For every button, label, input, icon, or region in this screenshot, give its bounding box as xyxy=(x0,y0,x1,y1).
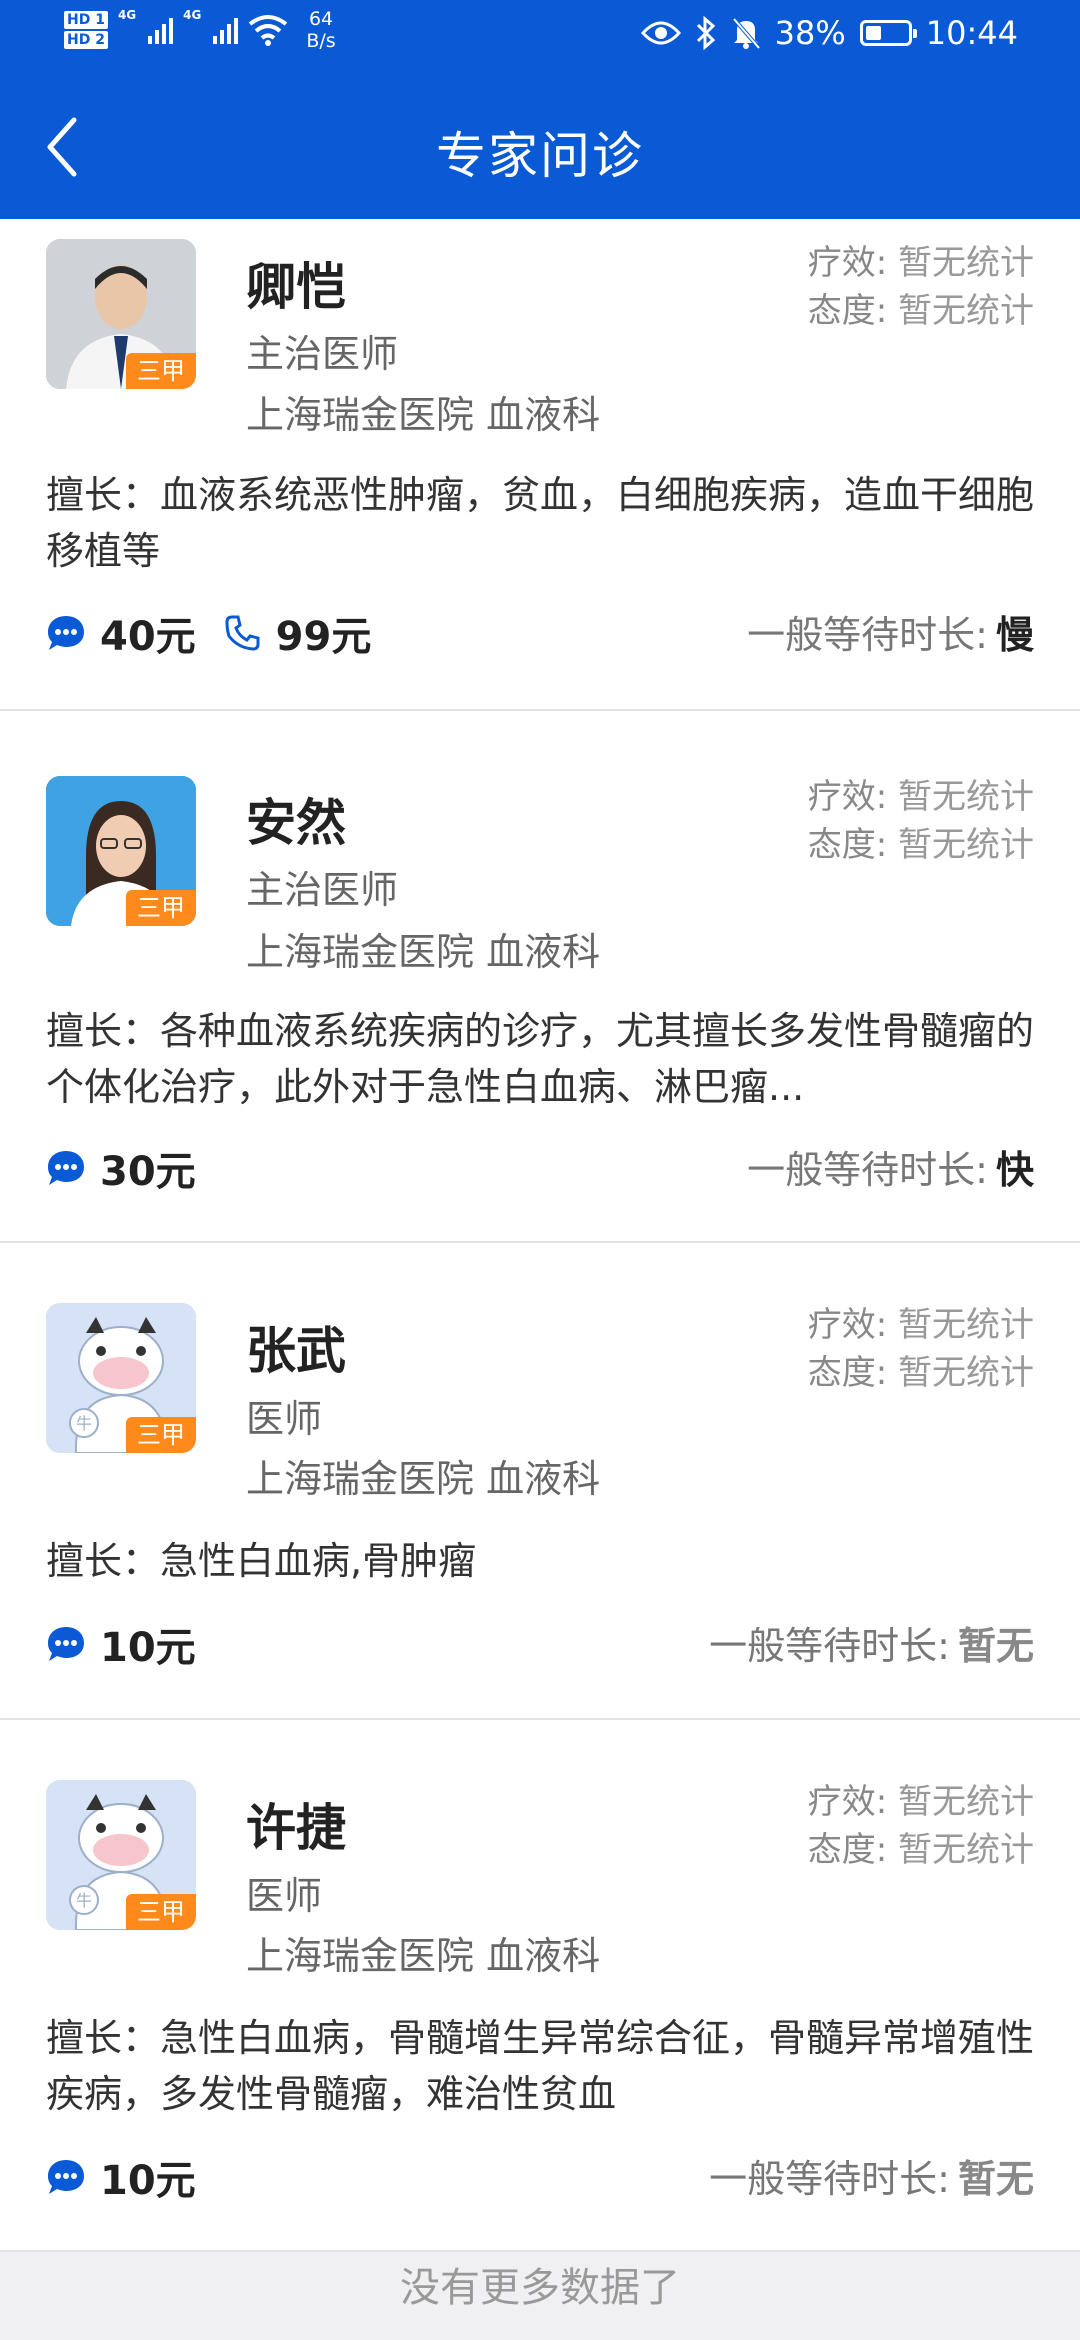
wait-label: 一般等待时长: xyxy=(747,613,988,657)
wait-time: 一般等待时长: 慢 xyxy=(747,604,1034,659)
signal-icon xyxy=(148,16,174,44)
doctor-specialty: 擅长：急性白血病,骨肿瘤 xyxy=(46,1539,477,1583)
hospital-level-badge: 三甲 xyxy=(126,1894,196,1930)
network-type-1: 4G xyxy=(117,8,137,22)
attitude-value: 暂无统计 xyxy=(898,1353,1034,1393)
eye-icon xyxy=(640,21,681,45)
price-row: 30元 xyxy=(46,1139,196,1197)
doctor-title: 主治医师 xyxy=(246,868,399,912)
battery-icon xyxy=(859,20,917,46)
doctor-avatar: 三甲 xyxy=(46,776,196,926)
price-row: 10元 xyxy=(46,1615,196,1673)
page-title: 专家问诊 xyxy=(436,127,644,185)
svg-text:牛: 牛 xyxy=(76,1414,92,1433)
doctor-card[interactable]: 三甲 卿恺 主治医师 上海瑞金医院 血液科 疗效: 暂无统计 态度: 暂无统计 … xyxy=(0,219,1080,711)
hd-badges: HD 1 HD 2 xyxy=(64,11,108,49)
price-row: 40元 99元 xyxy=(46,604,371,662)
clock: 10:44 xyxy=(925,14,1018,52)
status-bar: HD 1 HD 2 4G 4G 64 B/s 38% 10:44 xyxy=(0,0,1080,76)
efficacy-value: 暂无统计 xyxy=(898,1305,1034,1345)
wait-label: 一般等待时长: xyxy=(747,1148,988,1192)
efficacy-value: 暂无统计 xyxy=(898,243,1034,283)
doctor-ratings: 疗效: 暂无统计 态度: 暂无统计 xyxy=(808,1301,1034,1397)
speed-unit: B/s xyxy=(306,30,336,52)
chat-price: 30元 xyxy=(100,1149,196,1195)
attitude-label: 态度: xyxy=(807,1830,888,1870)
doctor-card[interactable]: 三甲 安然 主治医师 上海瑞金医院 血液科 疗效: 暂无统计 态度: 暂无统计 … xyxy=(0,711,1080,1243)
doctor-ratings: 疗效: 暂无统计 态度: 暂无统计 xyxy=(808,1778,1034,1874)
hospital-level-badge: 三甲 xyxy=(126,353,196,389)
attitude-label: 态度: xyxy=(807,291,888,331)
hospital-level-badge: 三甲 xyxy=(126,1417,196,1453)
phone-icon xyxy=(225,615,260,651)
efficacy-label: 疗效: xyxy=(807,1305,888,1345)
doctor-card[interactable]: 牛 三甲 张武 医师 上海瑞金医院 血液科 疗效: 暂无统计 态度: 暂无统计 … xyxy=(0,1243,1080,1720)
price-row: 10元 xyxy=(46,2148,196,2206)
wait-label: 一般等待时长: xyxy=(709,2157,950,2201)
no-more-data-text: 没有更多数据了 xyxy=(400,2265,680,2311)
app-bar: HD 1 HD 2 4G 4G 64 B/s 38% 10:44 专家问诊 xyxy=(0,0,1080,219)
doctor-name: 张武 xyxy=(246,1322,346,1380)
chat-price: 40元 xyxy=(100,614,196,660)
efficacy-value: 暂无统计 xyxy=(898,1782,1034,1822)
doctor-specialty: 擅长：急性白血病，骨髓增生异常综合征，骨髓异常增殖性疾病，多发性骨髓瘤，难治性贫… xyxy=(46,2016,1034,2116)
doctor-card[interactable]: 牛 三甲 许捷 医师 上海瑞金医院 血液科 疗效: 暂无统计 态度: 暂无统计 … xyxy=(0,1720,1080,2252)
doctor-hospital: 上海瑞金医院 血液科 xyxy=(246,1457,601,1501)
wait-label: 一般等待时长: xyxy=(709,1624,950,1668)
doctor-hospital: 上海瑞金医院 血液科 xyxy=(246,930,601,974)
wait-time: 一般等待时长: 快 xyxy=(747,1139,1034,1194)
hospital-level-badge: 三甲 xyxy=(126,890,196,926)
bluetooth-icon xyxy=(696,16,715,50)
wait-value: 快 xyxy=(995,1148,1034,1192)
doctor-ratings: 疗效: 暂无统计 态度: 暂无统计 xyxy=(808,773,1034,869)
doctor-list: 三甲 卿恺 主治医师 上海瑞金医院 血液科 疗效: 暂无统计 态度: 暂无统计 … xyxy=(0,219,1080,2252)
doctor-title: 医师 xyxy=(246,1397,323,1441)
doctor-specialty: 擅长：血液系统恶性肿瘤，贫血，白细胞疾病，造血干细胞移植等 xyxy=(46,473,1034,573)
mute-bell-icon xyxy=(732,17,761,50)
speed-value: 64 xyxy=(308,8,334,30)
chat-price: 10元 xyxy=(100,1625,196,1671)
phone-price: 99元 xyxy=(275,614,372,660)
wifi-icon xyxy=(249,15,288,46)
wait-time: 一般等待时长: 暂无 xyxy=(709,2148,1034,2203)
doctor-name: 卿恺 xyxy=(246,258,346,316)
wait-value: 暂无 xyxy=(957,1624,1034,1668)
doctor-name: 安然 xyxy=(246,794,346,852)
efficacy-label: 疗效: xyxy=(807,1782,888,1822)
doctor-hospital: 上海瑞金医院 血液科 xyxy=(246,393,601,437)
efficacy-value: 暂无统计 xyxy=(898,777,1034,817)
doctor-avatar: 三甲 xyxy=(46,239,196,389)
chat-price: 10元 xyxy=(100,2158,196,2204)
doctor-title: 医师 xyxy=(246,1874,323,1918)
network-speed: 64 B/s xyxy=(306,8,335,52)
chat-bubble-icon xyxy=(48,2160,84,2194)
hd1-badge: HD 1 xyxy=(64,11,108,29)
wait-value: 暂无 xyxy=(957,2157,1034,2201)
attitude-value: 暂无统计 xyxy=(898,825,1034,865)
wait-value: 慢 xyxy=(995,613,1034,657)
network-type-2: 4G xyxy=(183,8,202,22)
doctor-specialty: 擅长：各种血液系统疾病的诊疗，尤其擅长多发性骨髓瘤的个体化治疗，此外对于急性白血… xyxy=(46,1009,1034,1109)
efficacy-label: 疗效: xyxy=(807,243,888,283)
doctor-avatar: 牛 三甲 xyxy=(46,1303,196,1453)
chat-bubble-icon xyxy=(48,1627,84,1661)
doctor-hospital: 上海瑞金医院 血液科 xyxy=(246,1934,601,1978)
attitude-value: 暂无统计 xyxy=(898,291,1034,331)
efficacy-label: 疗效: xyxy=(807,777,888,817)
chat-bubble-icon xyxy=(48,1151,84,1185)
doctor-name: 许捷 xyxy=(246,1799,346,1857)
attitude-label: 态度: xyxy=(807,825,888,865)
battery-percent: 38% xyxy=(774,14,846,52)
svg-text:牛: 牛 xyxy=(76,1891,92,1910)
doctor-avatar: 牛 三甲 xyxy=(46,1780,196,1930)
attitude-value: 暂无统计 xyxy=(898,1830,1034,1870)
attitude-label: 态度: xyxy=(807,1353,888,1393)
signal-icon-2 xyxy=(213,16,239,44)
hd2-badge: HD 2 xyxy=(64,31,108,49)
wait-time: 一般等待时长: 暂无 xyxy=(709,1615,1034,1670)
doctor-ratings: 疗效: 暂无统计 态度: 暂无统计 xyxy=(808,239,1034,335)
doctor-title: 主治医师 xyxy=(246,332,399,376)
chat-bubble-icon xyxy=(48,616,84,650)
